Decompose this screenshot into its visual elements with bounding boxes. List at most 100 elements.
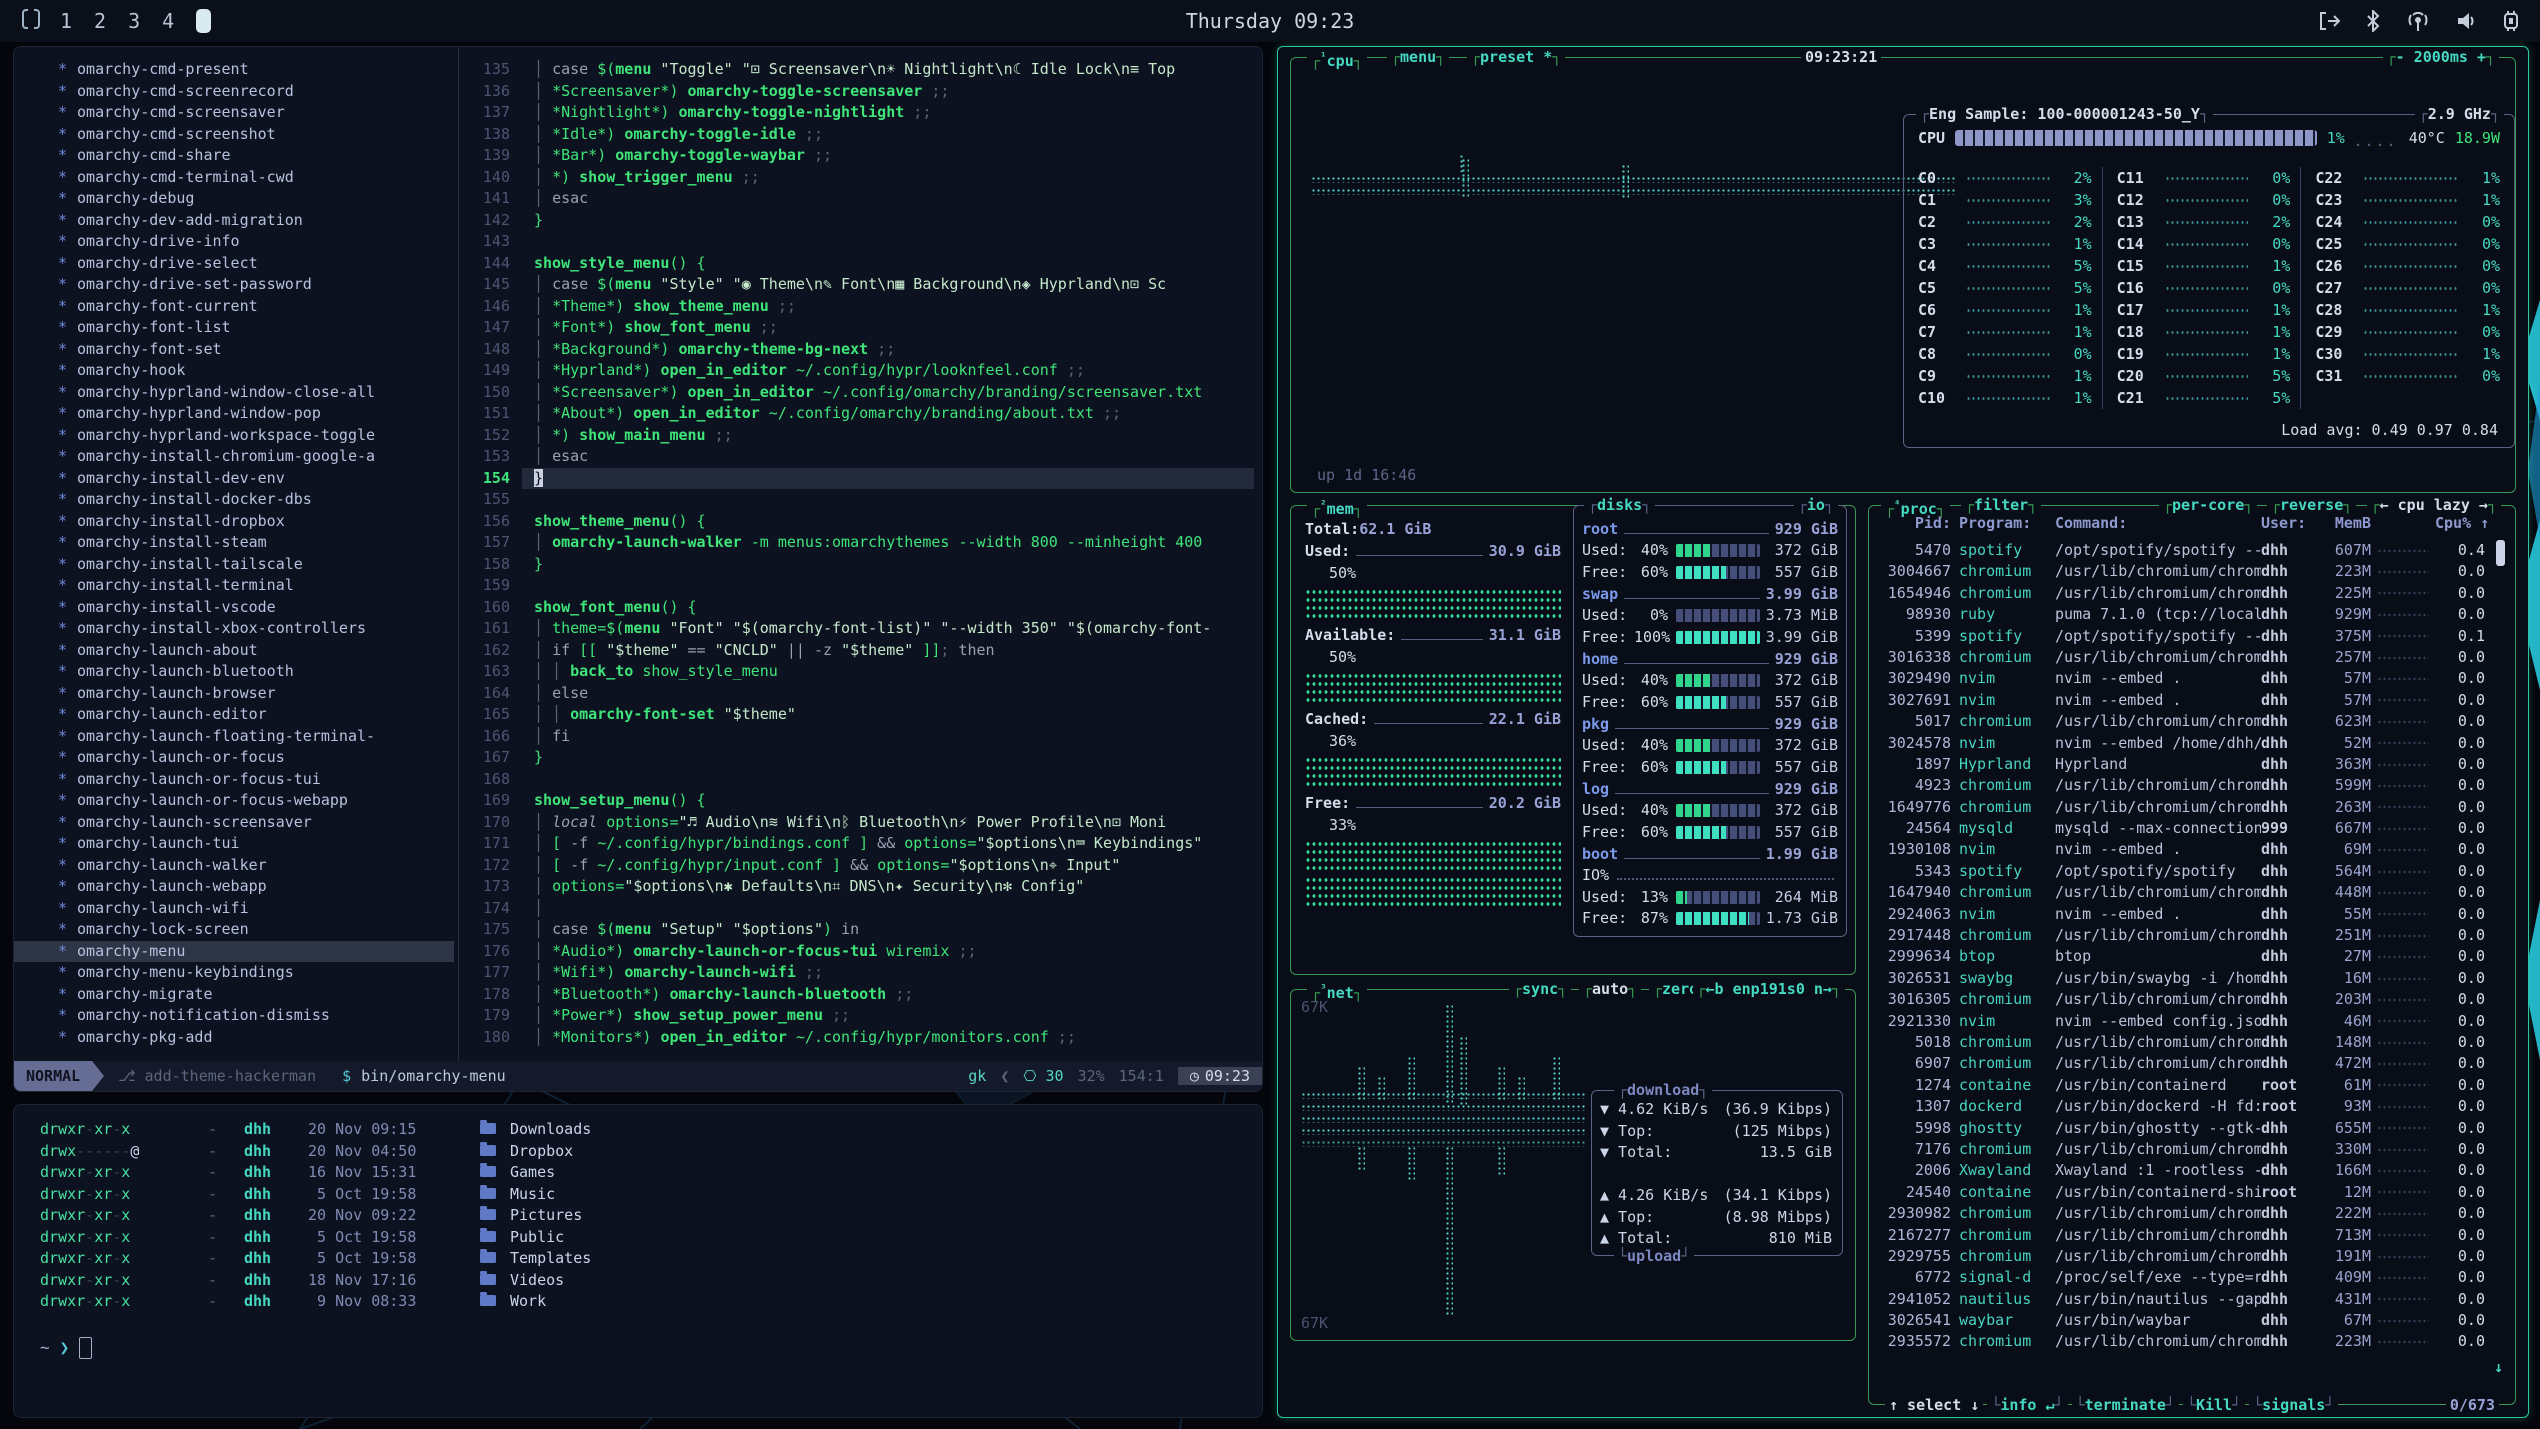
file-list-item[interactable]: *omarchy-font-set [14,339,454,361]
process-row[interactable]: 3026531swaybg/usr/bin/swaybg -i /homdhh1… [1883,968,2485,989]
directory-name[interactable]: Public [510,1227,1250,1249]
editor-window[interactable]: *omarchy-cmd-present*omarchy-cmd-screenr… [13,46,1263,1092]
workspace-3[interactable]: 3 [128,9,140,33]
directory-name[interactable]: Dropbox [510,1141,1250,1163]
process-row[interactable]: 2921330nvimnvim --embed config.jsodhh46M… [1883,1011,2485,1032]
file-list-item[interactable]: *omarchy-cmd-share [14,145,454,167]
file-list-item[interactable]: *omarchy-install-docker-dbs [14,489,454,511]
bluetooth-icon[interactable] [2366,10,2380,32]
disks-tab[interactable]: disks [1584,495,1655,515]
shell-prompt[interactable]: ~ ❯ [40,1337,1250,1359]
process-row[interactable]: 2924063nvimnvim --embed .dhh55M0.0 [1883,904,2485,925]
sort-selector[interactable]: ← cpu lazy → [2367,495,2501,515]
proc-footer-action[interactable]: ↑ select ↓ [1885,1395,1983,1415]
directory-name[interactable]: Templates [510,1248,1250,1270]
file-list-item[interactable]: *omarchy-font-current [14,296,454,318]
file-list-item[interactable]: *omarchy-launch-bluetooth [14,661,454,683]
file-list-item[interactable]: *omarchy-launch-or-focus [14,747,454,769]
workspace-1[interactable]: 1 [60,9,72,33]
file-list-item[interactable]: *omarchy-launch-wifi [14,898,454,920]
menu-tab[interactable]: menu [1387,47,1449,67]
process-row[interactable]: 7176chromium/usr/lib/chromium/chromdhh33… [1883,1139,2485,1160]
file-list-item[interactable]: *omarchy-hyprland-window-close-all [14,382,454,404]
process-row[interactable]: 3016338chromium/usr/lib/chromium/chromdh… [1883,647,2485,668]
directory-name[interactable]: Work [510,1291,1250,1313]
volume-icon[interactable] [2456,11,2476,31]
process-row[interactable]: 3026541waybar/usr/bin/waybardhh67M0.0 [1883,1310,2485,1331]
directory-name[interactable]: Music [510,1184,1250,1206]
process-row[interactable]: 5018chromium/usr/lib/chromium/chromdhh14… [1883,1032,2485,1053]
file-list-item[interactable]: *omarchy-drive-set-password [14,274,454,296]
proc-footer-action[interactable]: └terminate┘ [2072,1395,2179,1415]
file-list-item[interactable]: *omarchy-cmd-present [14,59,454,81]
process-row[interactable]: 2006XwaylandXwayland :1 -rootless -dhh16… [1883,1160,2485,1181]
proc-footer-action[interactable]: └Kill┘ [2183,1395,2245,1415]
process-row[interactable]: 1897HyprlandHyprlanddhh363M0.0 [1883,754,2485,775]
io-tab[interactable]: io [1794,495,1838,515]
process-row[interactable]: 3027691nvimnvim --embed .dhh57M0.0 [1883,690,2485,711]
process-row[interactable]: 24540containe/usr/bin/containerd-shiroot… [1883,1182,2485,1203]
file-list-item[interactable]: *omarchy-cmd-screenrecord [14,81,454,103]
per-core-tab[interactable]: per-core [2159,495,2257,515]
refresh-interval[interactable]: - 2000ms + [2383,47,2499,67]
file-list-item[interactable]: *omarchy-launch-or-focus-tui [14,769,454,791]
file-list-item[interactable]: *omarchy-install-dropbox [14,511,454,533]
process-row[interactable]: 4923chromium/usr/lib/chromium/chromdhh59… [1883,775,2485,796]
workspace-4[interactable]: 4 [162,9,174,33]
process-row[interactable]: 2935572chromium/usr/lib/chromium/chromdh… [1883,1331,2485,1352]
file-list-item[interactable]: *omarchy-dev-add-migration [14,210,454,232]
process-row[interactable]: 1654946chromium/usr/lib/chromium/chromdh… [1883,583,2485,604]
file-list-item[interactable]: *omarchy-drive-info [14,231,454,253]
process-row[interactable]: 5998ghostty/usr/bin/ghostty --gtk-dhh655… [1883,1118,2485,1139]
file-list-item[interactable]: *omarchy-install-terminal [14,575,454,597]
file-list-item[interactable]: *omarchy-launch-or-focus-webapp [14,790,454,812]
file-list-item[interactable]: *omarchy-install-steam [14,532,454,554]
cpu-box-title[interactable]: ¹cpu [1307,47,1367,71]
terminal-window[interactable]: drwxr-xr-x-dhh20 Nov 09:15Downloadsdrwx-… [13,1104,1263,1418]
directory-name[interactable]: Games [510,1162,1250,1184]
file-list-item[interactable]: *omarchy-debug [14,188,454,210]
file-list-item[interactable]: *omarchy-install-xbox-controllers [14,618,454,640]
filter-tab[interactable]: filter [1961,495,2041,515]
btop-window[interactable]: ¹cpu menu preset * 09:23:21 - 2000ms + E… [1277,46,2529,1418]
process-row[interactable]: 1274containe/usr/bin/containerdroot61M0.… [1883,1075,2485,1096]
file-list-item[interactable]: *omarchy-launch-walker [14,855,454,877]
file-list-item[interactable]: *omarchy-launch-screensaver [14,812,454,834]
file-list-item[interactable]: *omarchy-drive-select [14,253,454,275]
file-list-item[interactable]: *omarchy-install-tailscale [14,554,454,576]
file-list-item[interactable]: *omarchy-pkg-add [14,1027,454,1049]
file-list-item[interactable]: *omarchy-menu [14,941,454,963]
process-row[interactable]: 24564mysqldmysqld --max-connection999667… [1883,818,2485,839]
network-icon[interactable] [2406,10,2430,32]
workspace-active-indicator[interactable] [196,9,211,33]
monitor-icon[interactable] [20,8,42,35]
file-list-item[interactable]: *omarchy-cmd-screensaver [14,102,454,124]
file-list-item[interactable]: *omarchy-launch-tui [14,833,454,855]
preset-tab[interactable]: preset * [1467,47,1565,67]
process-row[interactable]: 6907chromium/usr/lib/chromium/chromdhh47… [1883,1053,2485,1074]
process-row[interactable]: 3029490nvimnvim --embed .dhh57M0.0 [1883,668,2485,689]
process-row[interactable]: 2930982chromium/usr/lib/chromium/chromdh… [1883,1203,2485,1224]
file-list-item[interactable]: *omarchy-install-chromium-google-a [14,446,454,468]
process-row[interactable]: 2999634btopbtopdhh27M0.0 [1883,946,2485,967]
file-list-item[interactable]: *omarchy-lock-screen [14,919,454,941]
file-list-item[interactable]: *omarchy-cmd-screenshot [14,124,454,146]
process-row[interactable]: 5470spotify/opt/spotify/spotify --dhh607… [1883,540,2485,561]
file-list-item[interactable]: *omarchy-launch-floating-terminal- [14,726,454,748]
file-list-item[interactable]: *omarchy-hyprland-window-pop [14,403,454,425]
process-row[interactable]: 3016305chromium/usr/lib/chromium/chromdh… [1883,989,2485,1010]
file-list-item[interactable]: *omarchy-launch-webapp [14,876,454,898]
mem-box-title[interactable]: ²mem [1307,495,1367,519]
process-row[interactable]: 1930108nvimnvim --embed .dhh69M0.0 [1883,839,2485,860]
file-list-item[interactable]: *omarchy-launch-browser [14,683,454,705]
file-list-item[interactable]: *omarchy-cmd-terminal-cwd [14,167,454,189]
logout-icon[interactable] [2318,11,2340,31]
file-list-item[interactable]: *omarchy-notification-dismiss [14,1005,454,1027]
pane-separator[interactable] [458,47,459,1061]
workspace-2[interactable]: 2 [94,9,106,33]
file-list-item[interactable]: *omarchy-hook [14,360,454,382]
file-list-item[interactable]: *omarchy-migrate [14,984,454,1006]
file-list-item[interactable]: *omarchy-launch-about [14,640,454,662]
file-list-item[interactable]: *omarchy-hyprland-workspace-toggle [14,425,454,447]
file-list-item[interactable]: *omarchy-menu-keybindings [14,962,454,984]
